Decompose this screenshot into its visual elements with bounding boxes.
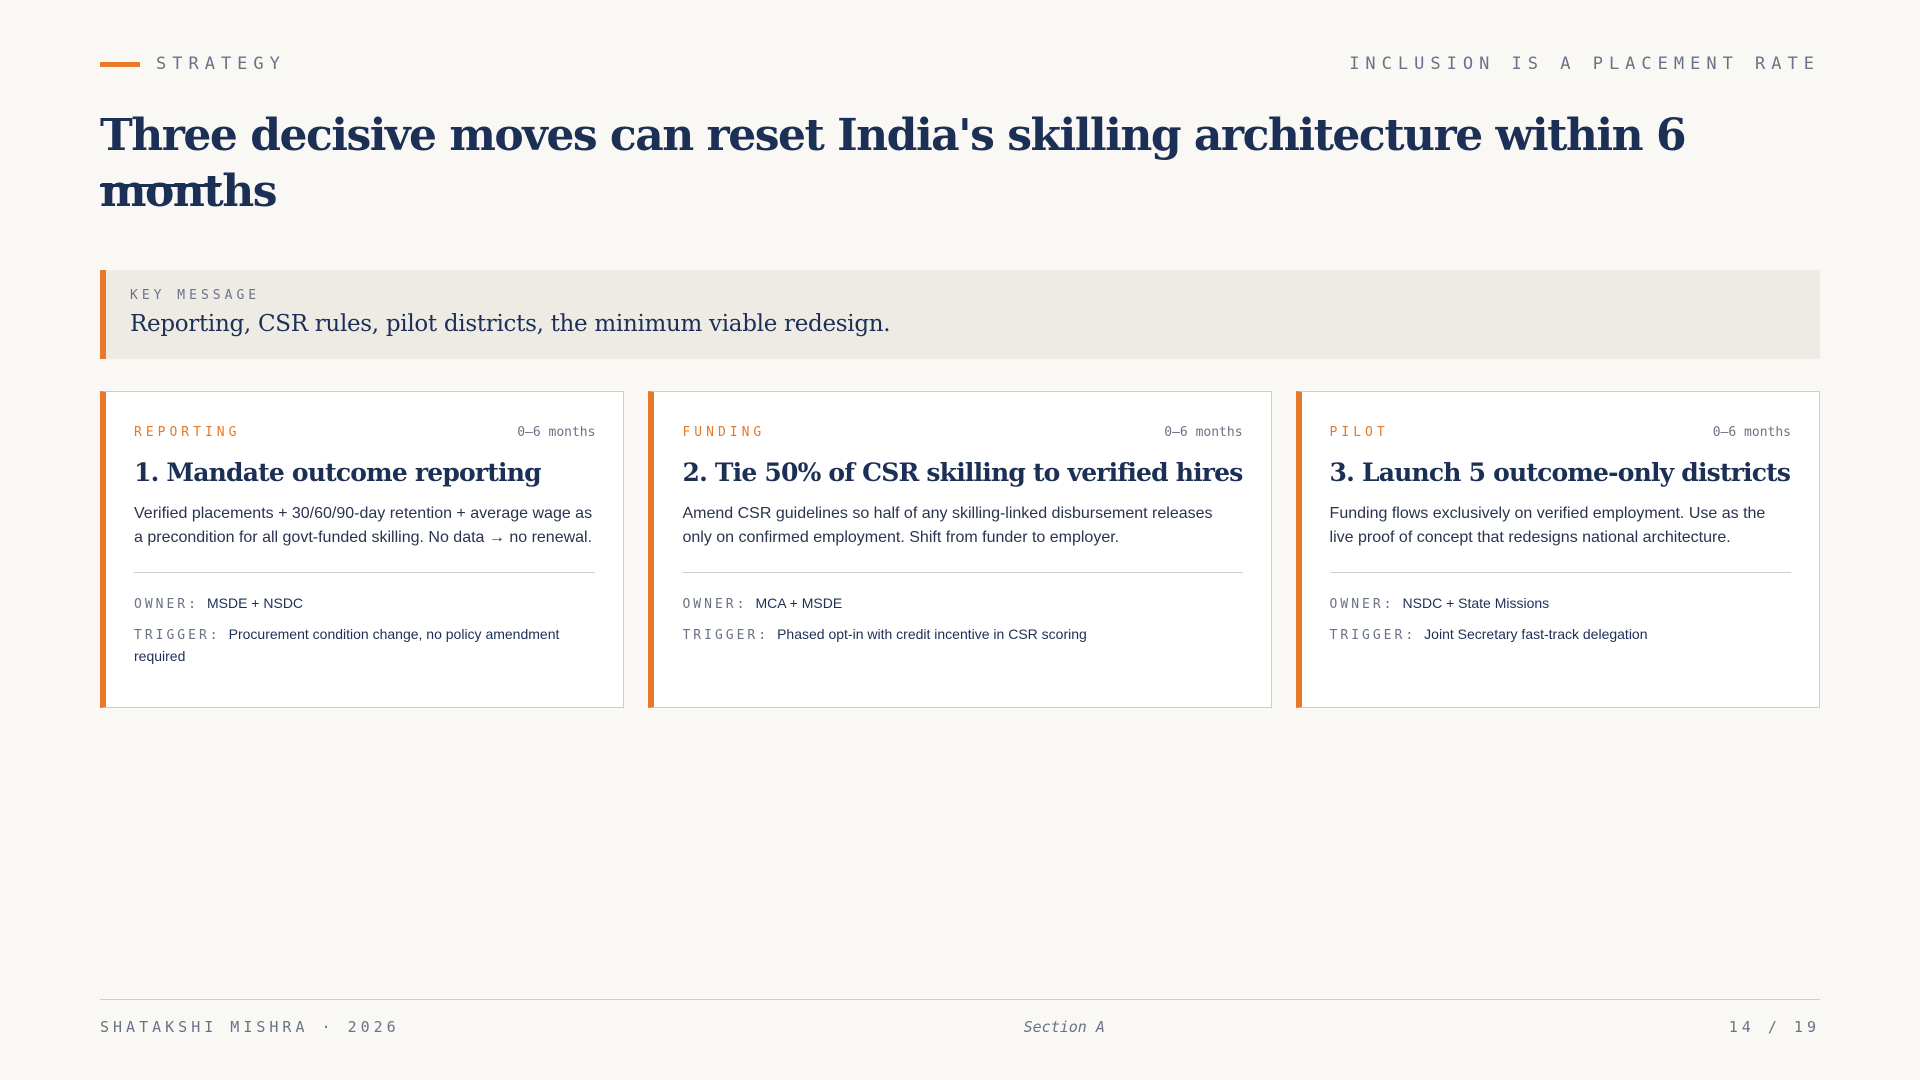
footer-author: SHATAKSHI MISHRA · 2026 xyxy=(100,1018,400,1036)
owner-label: OWNER: xyxy=(682,597,748,612)
card-trigger: TRIGGER: Procurement condition change, no… xyxy=(134,624,595,666)
card-title: 1. Mandate outcome reporting xyxy=(134,458,542,487)
page-number: 14 / 19 xyxy=(1728,1018,1820,1036)
card-category: REPORTING xyxy=(134,424,241,440)
card-period: 0–6 months xyxy=(1164,424,1243,440)
section-label: STRATEGY xyxy=(156,54,286,74)
owner-value: MSDE + NSDC xyxy=(206,595,304,611)
card-owner: OWNER: MCA + MSDE xyxy=(682,593,1242,615)
card-owner: OWNER: NSDC + State Missions xyxy=(1330,593,1791,615)
key-message-label: KEY MESSAGE xyxy=(130,288,261,303)
card-body: Funding flows exclusively on verified em… xyxy=(1329,505,1766,546)
card-divider xyxy=(682,572,1243,573)
card-trigger: TRIGGER: Joint Secretary fast-track deleg… xyxy=(1330,624,1791,646)
trigger-label: TRIGGER: xyxy=(1329,628,1417,643)
owner-label: OWNER: xyxy=(1329,597,1395,612)
card-pilot: PILOT 0–6 months 3. Launch 5 outcome-onl… xyxy=(1295,391,1821,708)
footer-section: Section A xyxy=(1023,1018,1105,1036)
owner-label: OWNER: xyxy=(134,597,199,612)
action-cards: REPORTING 0–6 months 1. Mandate outcome … xyxy=(100,391,1821,708)
deck-tagline: INCLUSION IS A PLACEMENT RATE xyxy=(1349,54,1820,74)
trigger-value: Phased opt-in with credit incentive in C… xyxy=(777,626,1087,642)
owner-value: NSDC + State Missions xyxy=(1402,595,1550,611)
card-period: 0–6 months xyxy=(517,424,596,440)
card-category: FUNDING xyxy=(682,424,766,440)
key-message-box: KEY MESSAGE Reporting, CSR rules, pilot … xyxy=(100,270,1820,359)
section-accent-rule xyxy=(100,61,140,67)
footer-divider xyxy=(100,999,1820,1000)
card-divider xyxy=(134,572,596,573)
card-owner: OWNER: MSDE + NSDC xyxy=(134,593,595,615)
key-message-text: Reporting, CSR rules, pilot districts, t… xyxy=(130,311,891,337)
card-title: 3. Launch 5 outcome-only districts xyxy=(1329,458,1791,487)
trigger-label: TRIGGER: xyxy=(134,628,221,643)
card-trigger: TRIGGER: Phased opt-in with credit incent… xyxy=(682,624,1242,646)
card-divider xyxy=(1329,572,1792,573)
page-title: Three decisive moves can reset India's s… xyxy=(100,110,1687,217)
card-category: PILOT xyxy=(1329,424,1389,440)
card-period: 0–6 months xyxy=(1712,424,1792,440)
card-funding: FUNDING 0–6 months 2. Tie 50% of CSR ski… xyxy=(648,391,1272,708)
trigger-value: Joint Secretary fast-track delegation xyxy=(1424,626,1648,642)
section-tag: STRATEGY xyxy=(100,54,286,74)
top-bar: STRATEGY INCLUSION IS A PLACEMENT RATE xyxy=(100,52,1820,76)
trigger-label: TRIGGER: xyxy=(682,628,770,643)
card-reporting: REPORTING 0–6 months 1. Mandate outcome … xyxy=(100,391,625,708)
card-title: 2. Tie 50% of CSR skilling to verified h… xyxy=(682,458,1243,487)
card-body: Amend CSR guidelines so half of any skil… xyxy=(682,505,1213,546)
owner-value: MCA + MSDE xyxy=(755,595,843,611)
footer: SHATAKSHI MISHRA · 2026 Section A 14 / 1… xyxy=(100,1016,1820,1038)
card-header: FUNDING 0–6 months xyxy=(682,422,1242,442)
card-body: Verified placements + 30/60/90-day reten… xyxy=(134,505,593,546)
card-header: PILOT 0–6 months xyxy=(1330,422,1791,442)
title-underline xyxy=(100,184,220,187)
card-header: REPORTING 0–6 months xyxy=(134,422,595,442)
